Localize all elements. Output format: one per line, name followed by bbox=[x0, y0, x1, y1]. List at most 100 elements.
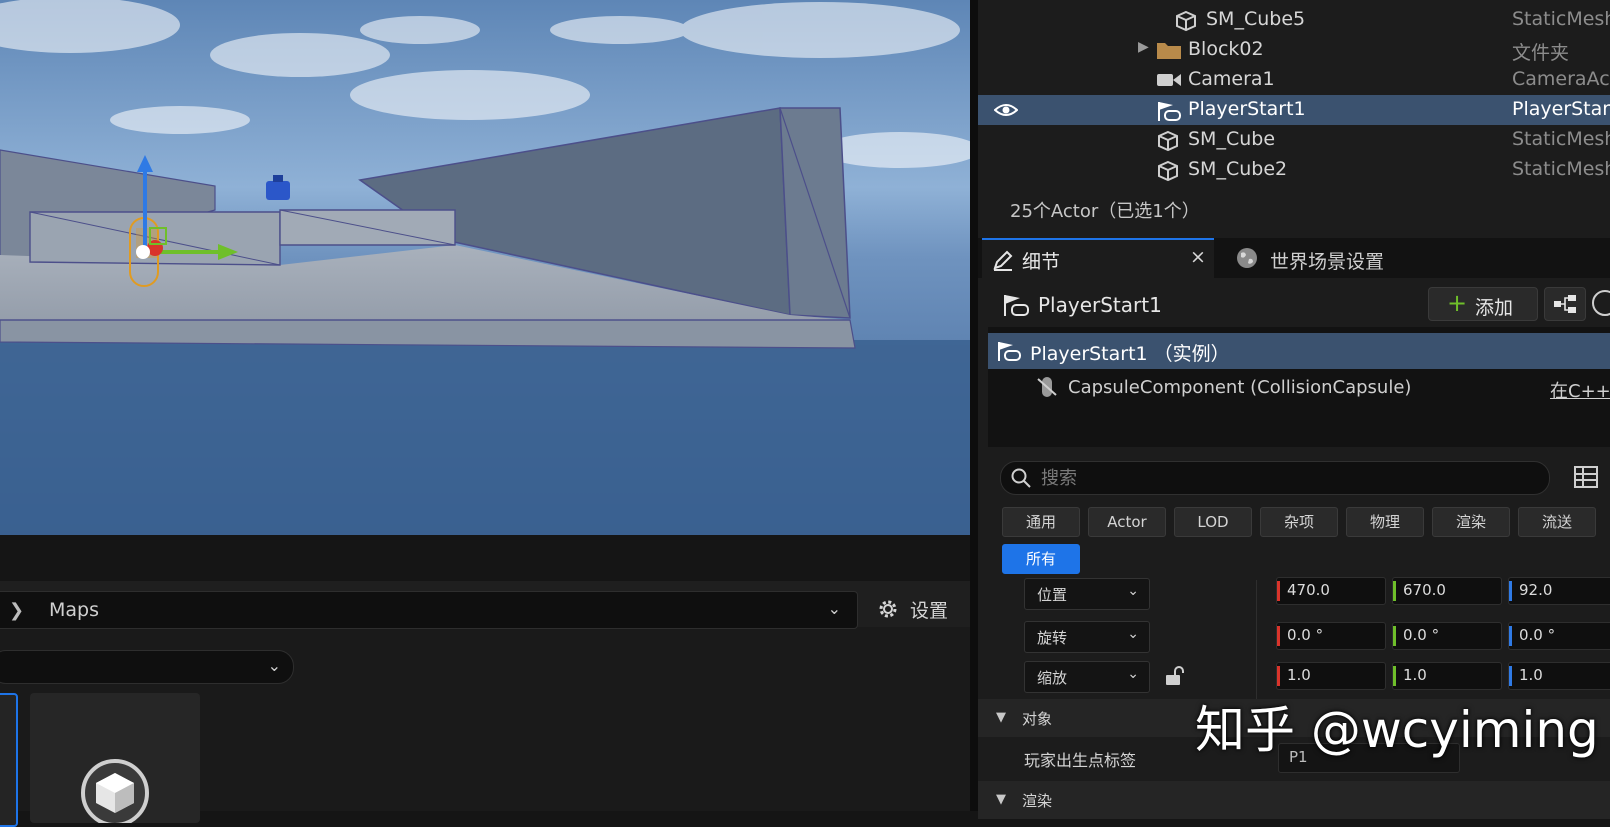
scale-z: 1.0 bbox=[1519, 666, 1543, 684]
spawn-tag-label: 玩家出生点标签 bbox=[1024, 751, 1137, 770]
rotation-x-field[interactable]: 0.0 ° bbox=[1276, 622, 1386, 650]
plus-icon: + bbox=[1447, 289, 1468, 317]
chevron-down-icon: ⌄ bbox=[1127, 666, 1139, 682]
scale-x: 1.0 bbox=[1287, 666, 1311, 684]
expand-arrow-icon[interactable]: ▶ bbox=[1138, 39, 1149, 55]
content-browser: ❯ Maps ⌄ 设置 ⌄ bbox=[0, 535, 970, 827]
blueprint-button[interactable] bbox=[1544, 287, 1586, 321]
filter-dropdown[interactable]: ⌄ bbox=[0, 650, 294, 684]
filter-streaming[interactable]: 流送 bbox=[1518, 507, 1596, 537]
outliner-row-type: PlayerStart bbox=[1512, 98, 1610, 120]
location-dropdown[interactable]: 位置 ⌄ bbox=[1024, 578, 1150, 610]
settings-label: 设置 bbox=[910, 599, 949, 622]
outliner-status: 25个Actor（已选1个） bbox=[978, 185, 1610, 231]
rotation-z-field[interactable]: 0.0 ° bbox=[1508, 622, 1610, 650]
location-x-field[interactable]: 470.0 bbox=[1276, 577, 1386, 605]
scale-y-field[interactable]: 1.0 bbox=[1392, 662, 1502, 690]
y-axis-bar bbox=[1393, 581, 1396, 601]
player-start-icon bbox=[1158, 102, 1181, 121]
location-row: 位置 ⌄ 470.0 670.0 92.0 bbox=[978, 577, 1610, 615]
player-start-icon bbox=[998, 342, 1021, 361]
section-object-label: 对象 bbox=[1022, 710, 1053, 728]
tab-details[interactable]: 细节 × bbox=[982, 238, 1214, 278]
outliner-row-name: Block02 bbox=[1188, 38, 1264, 60]
gear-icon bbox=[879, 600, 897, 618]
outliner-row-type: CameraAct bbox=[1512, 68, 1610, 90]
component-root[interactable]: PlayerStart1 （实例） bbox=[988, 333, 1610, 369]
level-viewport[interactable] bbox=[0, 0, 970, 535]
scale-label: 缩放 bbox=[1037, 669, 1068, 687]
location-y-field[interactable]: 670.0 bbox=[1392, 577, 1502, 605]
rotation-z: 0.0 ° bbox=[1519, 626, 1556, 644]
outliner-row-type: 文件夹 bbox=[1512, 42, 1570, 64]
hierarchy-icon bbox=[1554, 295, 1576, 313]
location-label: 位置 bbox=[1037, 586, 1068, 604]
scale-dropdown[interactable]: 缩放 ⌄ bbox=[1024, 661, 1150, 693]
static-mesh-icon bbox=[1158, 130, 1178, 152]
scale-z-field[interactable]: 1.0 bbox=[1508, 662, 1610, 690]
table-view-icon[interactable] bbox=[1574, 466, 1598, 488]
breadcrumb-folder[interactable]: Maps bbox=[49, 599, 99, 621]
add-component-button[interactable]: + 添加 bbox=[1428, 287, 1538, 321]
filter-actor[interactable]: Actor bbox=[1088, 507, 1166, 537]
asset-tile-selected[interactable] bbox=[0, 693, 18, 827]
outliner-row-type: StaticMesh bbox=[1512, 128, 1610, 150]
component-capsule-label: CapsuleComponent (CollisionCapsule) bbox=[1068, 377, 1412, 398]
outliner-row[interactable]: ▶ Block02 文件夹 bbox=[978, 35, 1610, 65]
filter-misc[interactable]: 杂项 bbox=[1260, 507, 1338, 537]
chevron-right-icon: ❯ bbox=[9, 600, 25, 621]
outliner-row[interactable]: SM_Cube2 StaticMesh bbox=[978, 155, 1610, 185]
rotation-y: 0.0 ° bbox=[1403, 626, 1440, 644]
outliner-row[interactable]: SM_Cube5 StaticMesh bbox=[978, 5, 1610, 35]
z-axis-bar bbox=[1509, 581, 1512, 601]
outliner-row-name: Camera1 bbox=[1188, 68, 1275, 90]
camera-icon bbox=[1157, 74, 1181, 86]
location-z: 92.0 bbox=[1519, 581, 1553, 599]
globe-icon bbox=[1237, 248, 1257, 268]
chevron-down-icon: ⌄ bbox=[267, 656, 281, 675]
viewport-scene bbox=[0, 0, 970, 535]
section-rendering[interactable]: ▼ 渲染 bbox=[978, 781, 1610, 819]
chevron-down-icon: ⌄ bbox=[1127, 626, 1139, 642]
settings-button[interactable]: 设置 bbox=[876, 591, 948, 627]
eye-icon[interactable] bbox=[994, 102, 1018, 118]
filter-all[interactable]: 所有 bbox=[1002, 544, 1080, 574]
outliner-row-selected[interactable]: PlayerStart1 PlayerStart bbox=[978, 95, 1610, 125]
location-z-field[interactable]: 92.0 bbox=[1508, 577, 1610, 605]
location-x: 470.0 bbox=[1287, 581, 1330, 599]
player-start-icon bbox=[1004, 295, 1029, 316]
x-axis-bar bbox=[1277, 626, 1280, 646]
asset-tile[interactable] bbox=[30, 693, 200, 827]
rotation-dropdown[interactable]: 旋转 ⌄ bbox=[1024, 621, 1150, 653]
scale-x-field[interactable]: 1.0 bbox=[1276, 662, 1386, 690]
filter-physics[interactable]: 物理 bbox=[1346, 507, 1424, 537]
search-input[interactable] bbox=[1039, 465, 1533, 491]
filter-lod[interactable]: LOD bbox=[1174, 507, 1252, 537]
outliner-row[interactable]: SM_Cube StaticMesh bbox=[978, 125, 1610, 155]
details-search[interactable] bbox=[1000, 461, 1550, 495]
watermark: 知乎 @wcyiming bbox=[1195, 701, 1599, 759]
outliner-row[interactable]: Camera1 CameraAct bbox=[978, 65, 1610, 95]
close-icon[interactable]: × bbox=[1190, 246, 1206, 268]
outliner-row-name: PlayerStart1 bbox=[1188, 98, 1306, 120]
chevron-down-icon[interactable]: ⌄ bbox=[828, 599, 841, 618]
rotation-y-field[interactable]: 0.0 ° bbox=[1392, 622, 1502, 650]
location-y: 670.0 bbox=[1403, 581, 1446, 599]
actor-count-label: 25个Actor（已选1个） bbox=[1010, 201, 1200, 222]
scale-y: 1.0 bbox=[1403, 666, 1427, 684]
unlock-icon[interactable] bbox=[1164, 665, 1186, 687]
filter-general[interactable]: 通用 bbox=[1002, 507, 1080, 537]
outliner-row-name: SM_Cube bbox=[1188, 128, 1276, 150]
x-axis-bar bbox=[1277, 666, 1280, 686]
outliner-row-name: SM_Cube5 bbox=[1206, 8, 1306, 30]
rotation-label: 旋转 bbox=[1037, 629, 1068, 647]
help-icon[interactable] bbox=[1592, 290, 1610, 316]
outliner-row-name: SM_Cube2 bbox=[1188, 158, 1288, 180]
component-root-label: PlayerStart1 （实例） bbox=[1030, 343, 1230, 365]
filter-rendering[interactable]: 渲染 bbox=[1432, 507, 1510, 537]
outliner-row-type: StaticMesh bbox=[1512, 158, 1610, 180]
breadcrumb[interactable]: ❯ Maps ⌄ bbox=[0, 591, 858, 629]
outliner-row-type: StaticMesh bbox=[1512, 8, 1610, 30]
edit-in-cpp-link[interactable]: 在C++中 bbox=[1550, 377, 1610, 403]
cube-asset-icon bbox=[81, 759, 149, 827]
